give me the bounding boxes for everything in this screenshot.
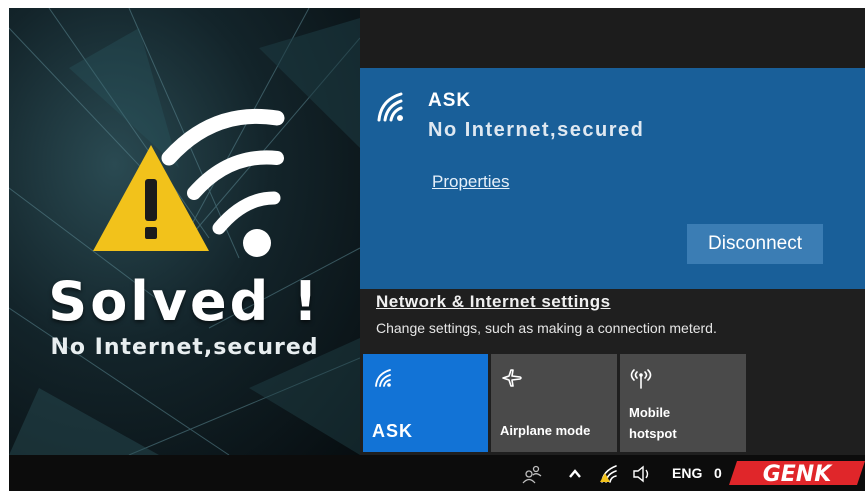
hotspot-icon [630, 369, 652, 389]
hotspot-label-line1: Mobile [629, 405, 671, 420]
disconnect-button[interactable]: Disconnect [687, 224, 823, 264]
network-settings-link[interactable]: Network & Internet settings [376, 292, 611, 312]
genk-logo: GENK [729, 461, 865, 487]
warning-triangle-icon [93, 145, 209, 251]
network-settings-description: Change settings, such as making a connec… [376, 320, 717, 336]
wifi-warning-icon[interactable] [597, 463, 621, 485]
people-icon[interactable] [521, 463, 543, 485]
quick-action-wifi[interactable]: ASK [363, 354, 488, 452]
language-indicator[interactable]: ENG [672, 465, 702, 481]
chevron-up-icon[interactable] [565, 463, 585, 485]
promo-subtitle: No Internet,secured [50, 335, 319, 360]
wifi-icon [375, 369, 391, 387]
network-name: ASK [428, 90, 472, 111]
network-flyout: ASK No Internet,secured Properties Disco… [360, 8, 865, 455]
connected-network-card[interactable]: ASK No Internet,secured Properties Disco… [360, 68, 865, 289]
promo-artwork: Solved ! No Internet,secured [9, 8, 360, 455]
hotspot-label-line2: hotspot [629, 426, 677, 441]
watermark-text: GENK [763, 462, 833, 487]
clock-partial[interactable]: 0 [714, 465, 722, 481]
quick-action-label: Mobile hotspot [629, 402, 677, 444]
network-status: No Internet,secured [428, 119, 645, 141]
airplane-icon [502, 369, 522, 387]
properties-link[interactable]: Properties [432, 172, 509, 192]
flyout-header-area [360, 8, 865, 68]
letterbox-top [0, 0, 865, 8]
promo-headline: Solved ! [48, 270, 321, 333]
wifi-secured-icon [377, 92, 403, 122]
quick-action-airplane-mode[interactable]: Airplane mode [491, 354, 617, 452]
quick-action-label: Airplane mode [500, 423, 591, 438]
quick-action-mobile-hotspot[interactable]: Mobile hotspot [620, 354, 746, 452]
volume-icon[interactable] [631, 463, 653, 485]
taskbar: ENG 0 GENK [9, 455, 865, 491]
letterbox-left [0, 8, 9, 491]
quick-action-label: ASK [372, 421, 414, 441]
